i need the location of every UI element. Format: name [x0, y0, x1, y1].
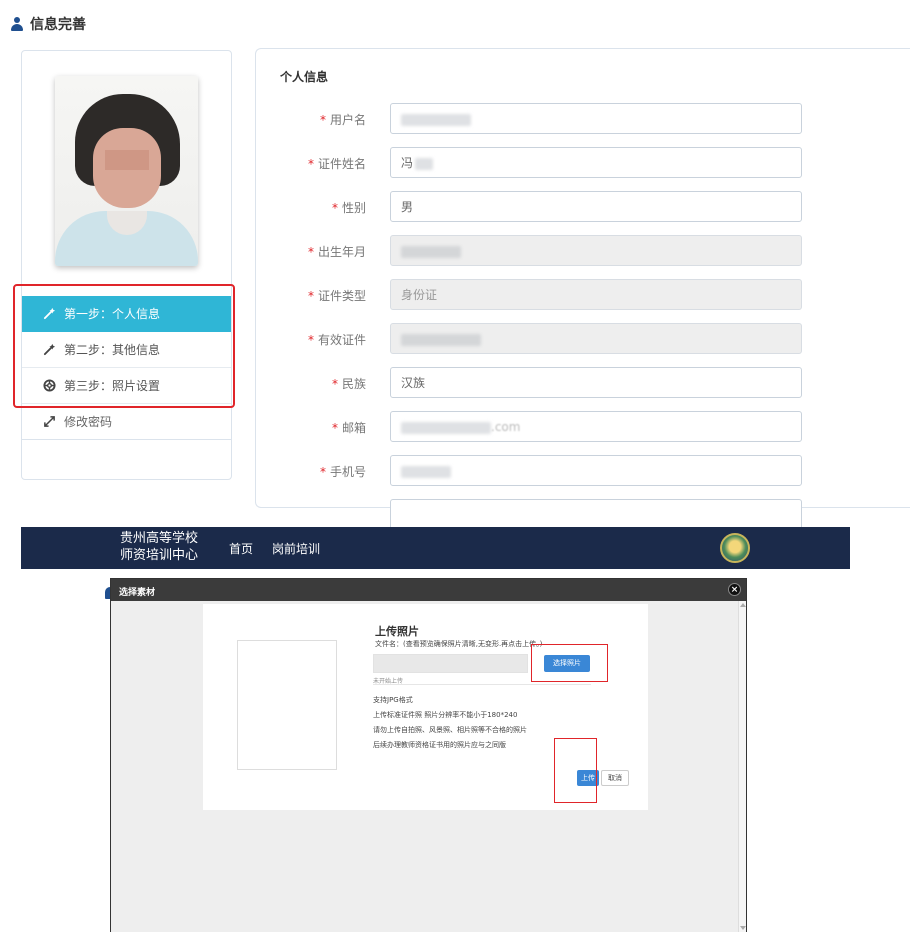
profile-photo — [55, 76, 198, 266]
modal-body: 上传照片 文件名：(查看预览确保照片清晰,无变形.再点击上传。) 选择照片 未开… — [111, 601, 739, 932]
modal-title: 选择素材 — [119, 588, 156, 598]
field-label: 邮箱 — [341, 421, 366, 435]
step-1-label: 第一步：个人信息 — [64, 307, 161, 321]
cancel-button[interactable]: 取消 — [601, 770, 629, 786]
requirement-line: 上传标准证件照 照片分辨率不能小于180*240 — [373, 711, 518, 719]
page-title: 信息完善 — [30, 17, 86, 33]
field-birth: * 出生年月 — [256, 235, 910, 267]
id-name-input[interactable]: 冯 — [390, 147, 802, 178]
field-email: * 邮箱 .com — [256, 411, 910, 443]
magic-wand-icon — [42, 343, 56, 357]
field-ethnicity: * 民族 汉族 — [256, 367, 910, 399]
change-password-label: 修改密码 — [64, 415, 113, 429]
nav-home-link[interactable]: 首页 — [229, 540, 253, 557]
user-icon — [10, 17, 24, 31]
birth-input[interactable] — [390, 235, 802, 266]
field-label: 性别 — [341, 201, 366, 215]
email-input[interactable]: .com — [390, 411, 802, 442]
change-password-link[interactable]: 修改密码 — [22, 404, 231, 440]
requirement-line: 后续办理教师资格证书用的照片应与之同版 — [373, 741, 506, 749]
step-2-other-info[interactable]: 第二步：其他信息 — [22, 332, 231, 368]
field-id-number: * 有效证件 — [256, 323, 910, 355]
file-name-label: 文件名：(查看预览确保照片清晰,无变形.再点击上传。) — [375, 640, 543, 648]
close-icon[interactable]: × — [728, 583, 741, 596]
upload-title: 上传照片 — [375, 625, 419, 638]
step-3-photo-settings[interactable]: 第三步：照片设置 — [22, 368, 231, 404]
nav-training-link[interactable]: 岗前培训 — [272, 540, 320, 557]
profile-sidebar: 第一步：个人信息 第二步：其他信息 第三步：照片设置 修改密码 — [21, 50, 232, 480]
modal-scrollbar[interactable] — [738, 601, 746, 932]
file-name-input[interactable] — [373, 654, 528, 673]
field-label: 有效证件 — [317, 333, 366, 347]
gender-input[interactable]: 男 — [390, 191, 802, 222]
photo-preview — [237, 640, 337, 770]
site-brand[interactable]: 贵州高等学校 师资培训中心 — [120, 530, 198, 564]
id-number-input[interactable] — [390, 323, 802, 354]
requirement-line: 支持JPG格式 — [373, 696, 413, 704]
field-label: 证件姓名 — [317, 157, 366, 171]
requirement-line: 请勿上传自拍照、风景照、相片照等不合格的照片 — [373, 726, 527, 734]
requirements: 支持JPG格式 上传标准证件照 照片分辨率不能小于180*240 请勿上传自拍照… — [373, 693, 527, 753]
next-input[interactable] — [390, 499, 802, 530]
user-avatar[interactable] — [720, 533, 750, 563]
field-id-name: * 证件姓名 冯 — [256, 147, 910, 179]
lifebuoy-icon — [42, 379, 56, 393]
field-phone: * 手机号 — [256, 455, 910, 487]
modal-header: 选择素材 × — [111, 579, 746, 601]
page-header: 信息完善 — [10, 14, 86, 34]
step-2-label: 第二步：其他信息 — [64, 343, 161, 357]
magic-wand-icon — [42, 307, 56, 321]
upload-button[interactable]: 上传 — [577, 770, 599, 786]
field-label: 出生年月 — [317, 245, 366, 259]
upload-photo-card: 上传照片 文件名：(查看预览确保照片清晰,无变形.再点击上传。) 选择照片 未开… — [203, 604, 648, 810]
scroll-up-icon[interactable] — [740, 603, 746, 607]
section-title: 个人信息 — [280, 70, 329, 84]
step-3-label: 第三步：照片设置 — [64, 379, 161, 393]
material-picker-modal: 选择素材 × 上传照片 文件名：(查看预览确保照片清晰,无变形.再点击上传。) … — [110, 578, 747, 932]
field-label: 手机号 — [329, 465, 366, 479]
field-label: 民族 — [341, 377, 366, 391]
top-navbar: 贵州高等学校 师资培训中心 首页 岗前培训 — [21, 527, 850, 569]
field-label: 用户名 — [329, 113, 366, 127]
field-gender: * 性别 男 — [256, 191, 910, 223]
arrows-icon — [42, 415, 56, 429]
id-type-input[interactable]: 身份证 — [390, 279, 802, 310]
choose-photo-button[interactable]: 选择照片 — [544, 655, 590, 672]
field-label: 证件类型 — [317, 289, 366, 303]
step-menu: 第一步：个人信息 第二步：其他信息 第三步：照片设置 修改密码 — [22, 296, 231, 440]
field-id-type: * 证件类型 身份证 — [256, 279, 910, 311]
phone-input[interactable] — [390, 455, 802, 486]
personal-info-form: 个人信息 * 用户名 * 证件姓名 冯 * 性别 男 * 出生年月 * 证件类型 身份证 … — [255, 48, 910, 530]
step-1-personal-info[interactable]: 第一步：个人信息 — [22, 296, 231, 332]
field-username: * 用户名 — [256, 103, 910, 135]
progress-track — [373, 684, 591, 685]
scroll-down-icon[interactable] — [740, 926, 746, 930]
ethnicity-input[interactable]: 汉族 — [390, 367, 802, 398]
username-input[interactable] — [390, 103, 802, 134]
